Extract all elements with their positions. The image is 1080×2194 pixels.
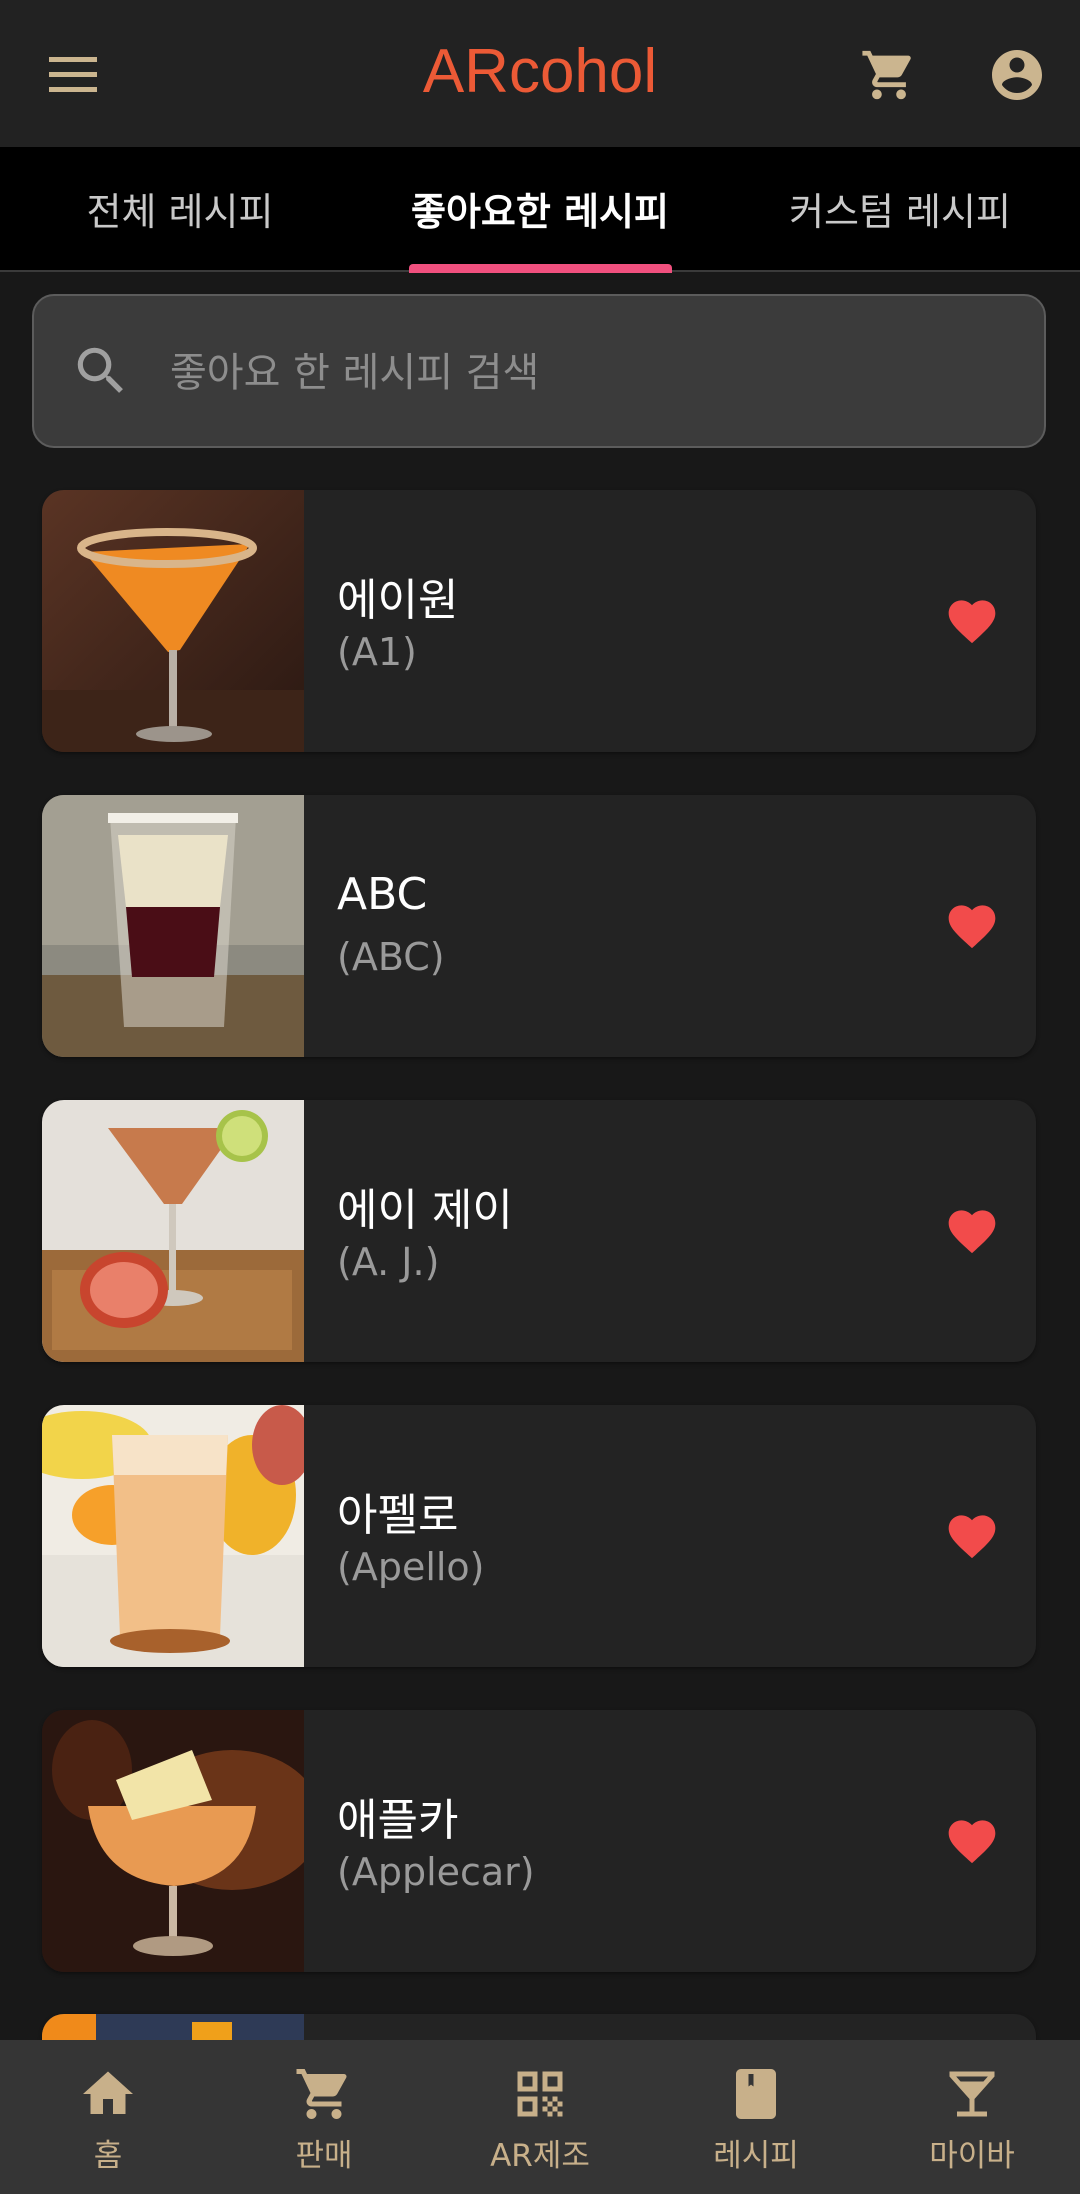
heart-icon[interactable] bbox=[944, 1813, 1000, 1865]
recipe-card-aj[interactable]: 에이 제이 (A. J.) bbox=[42, 1100, 1036, 1362]
heart-icon[interactable] bbox=[944, 593, 1000, 645]
tab-all-recipes[interactable]: 전체 레시피 bbox=[0, 147, 360, 270]
recipe-name-english: (A1) bbox=[337, 630, 417, 674]
recipe-name-english: (Applecar) bbox=[337, 1850, 535, 1894]
nav-label: 레시피 bbox=[713, 2138, 799, 2174]
tab-liked-recipes[interactable]: 좋아요한 레시피 bbox=[360, 147, 720, 270]
book-icon bbox=[736, 2069, 776, 2119]
recipe-name: 아펠로 bbox=[337, 1490, 459, 1541]
nav-shop[interactable]: 판매 bbox=[216, 2040, 432, 2194]
search-input[interactable] bbox=[168, 330, 992, 416]
qr-code-icon bbox=[517, 2071, 563, 2117]
nav-label: 홈 bbox=[93, 2138, 123, 2174]
search-bar[interactable] bbox=[32, 294, 1046, 448]
cocktail-photo bbox=[42, 1405, 304, 1667]
cocktail-photo bbox=[42, 1100, 304, 1362]
nav-label: 마이바 bbox=[929, 2138, 1015, 2174]
nav-home[interactable]: 홈 bbox=[0, 2040, 216, 2194]
cart-button[interactable] bbox=[854, 40, 924, 110]
cart-icon bbox=[862, 50, 911, 100]
account-button[interactable] bbox=[982, 40, 1052, 110]
nav-label: AR제조 bbox=[490, 2138, 590, 2174]
nav-label: 판매 bbox=[295, 2138, 353, 2174]
recipe-name-english: (Apello) bbox=[337, 1545, 485, 1589]
cocktail-photo bbox=[42, 490, 304, 752]
recipe-name: 에이 제이 bbox=[337, 1185, 513, 1236]
home-icon bbox=[83, 2071, 133, 2114]
cart-icon bbox=[296, 2069, 347, 2119]
heart-icon[interactable] bbox=[944, 1508, 1000, 1560]
account-circle-icon bbox=[992, 50, 1042, 100]
recipe-name: 에이원 bbox=[337, 575, 459, 626]
heart-icon[interactable] bbox=[944, 898, 1000, 950]
app-bar: ARcohol bbox=[0, 0, 1080, 147]
cocktail-photo bbox=[42, 795, 304, 1057]
recipe-name: 애플카 bbox=[337, 1795, 459, 1846]
recipe-card-abc[interactable]: ABC (ABC) bbox=[42, 795, 1036, 1057]
cocktail-photo bbox=[42, 1710, 304, 1972]
cocktail-glass-icon bbox=[949, 2071, 995, 2117]
recipe-name: ABC bbox=[337, 869, 428, 920]
recipe-card-applecar[interactable]: 애플카 (Applecar) bbox=[42, 1710, 1036, 1972]
nav-recipes[interactable]: 레시피 bbox=[648, 2040, 864, 2194]
bottom-navigation: 홈 판매 AR제조 레시피 마이바 bbox=[0, 2040, 1080, 2194]
heart-icon[interactable] bbox=[944, 1203, 1000, 1255]
recipe-name-english: (ABC) bbox=[337, 935, 445, 979]
recipe-card-apello[interactable]: 아펠로 (Apello) bbox=[42, 1405, 1036, 1667]
recipe-card-a1[interactable]: 에이원 (A1) bbox=[42, 490, 1036, 752]
active-tab-indicator bbox=[409, 264, 672, 273]
search-icon bbox=[70, 340, 132, 402]
recipe-name-english: (A. J.) bbox=[337, 1240, 440, 1284]
tab-custom-recipes[interactable]: 커스텀 레시피 bbox=[720, 147, 1080, 270]
recipe-tabs: 전체 레시피 좋아요한 레시피 커스텀 레시피 bbox=[0, 147, 1080, 272]
nav-my-bar[interactable]: 마이바 bbox=[864, 2040, 1080, 2194]
nav-ar-make[interactable]: AR제조 bbox=[432, 2040, 648, 2194]
